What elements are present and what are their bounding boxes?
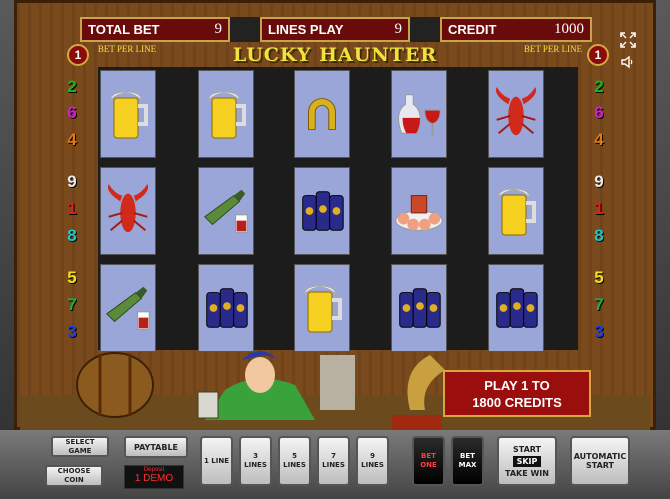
demo-label: 1 DEMO: [134, 473, 174, 484]
bet-one-button[interactable]: BET ONE: [412, 436, 445, 486]
paytable-button[interactable]: PAYTABLE: [124, 436, 188, 458]
bet-max-button[interactable]: BET MAX: [451, 436, 484, 486]
reel-symbol-wine-decanter: [391, 70, 447, 158]
credit-panel: CREDIT 1000: [440, 17, 592, 42]
line-number-left: 9: [67, 172, 77, 191]
start-label: START: [512, 444, 542, 454]
reel-symbol-beer-mug: [198, 70, 254, 158]
line-number-right: 9: [594, 172, 604, 191]
line-number-right: 5: [594, 268, 604, 287]
line-number-left: 2: [67, 77, 77, 96]
line-1-button[interactable]: 1 LINE: [200, 436, 233, 486]
bet-per-line-left-value: 1: [67, 44, 89, 66]
line-number-left: 5: [67, 268, 77, 287]
bet-max-label: BET MAX: [458, 452, 477, 469]
reel-symbol-beer-cans: [391, 264, 447, 352]
reel-symbol-horseshoe: [294, 70, 350, 158]
line-9-button[interactable]: 9 LINES: [356, 436, 389, 486]
promo-line2: 1800 CREDITS: [472, 395, 562, 410]
line-number-left: 8: [67, 226, 77, 245]
speaker-icon[interactable]: [620, 54, 636, 70]
promo-banner: PLAY 1 TO 1800 CREDITS: [443, 370, 591, 417]
reel-symbol-lobster: [100, 167, 156, 255]
bet-per-line-right-label: BET PER LINE: [523, 44, 583, 54]
line-number-left: 7: [67, 295, 77, 314]
choose-coin-button[interactable]: CHOOSE COIN: [45, 465, 103, 487]
demo-credit-display: Deposit 1 DEMO: [124, 465, 184, 489]
reel-symbol-shrimp-plate: [391, 167, 447, 255]
bet-per-line-left-label: BET PER LINE: [97, 44, 157, 54]
line-number-right: 6: [594, 103, 604, 122]
lines-play-label: LINES PLAY: [268, 22, 344, 37]
reel-symbol-beer-mug: [100, 70, 156, 158]
skip-label: SKIP: [512, 455, 542, 467]
credit-label: CREDIT: [448, 22, 497, 37]
total-bet-value: 9: [214, 21, 223, 37]
credit-value: 1000: [554, 21, 584, 37]
line-number-left: 6: [67, 103, 77, 122]
reel-symbol-beer-mug: [294, 264, 350, 352]
line-number-right: 7: [594, 295, 604, 314]
line-number-left: 4: [67, 130, 77, 149]
take-win-label: TAKE WIN: [505, 468, 549, 478]
bet-one-label: BET ONE: [420, 452, 437, 469]
reel-symbol-beer-mug: [488, 167, 544, 255]
reel-symbol-beer-cans: [488, 264, 544, 352]
promo-line1: PLAY 1 TO: [484, 378, 550, 393]
line-number-right: 4: [594, 130, 604, 149]
automatic-start-button[interactable]: AUTOMATIC START: [570, 436, 630, 486]
start-skip-takewin-button[interactable]: START SKIP TAKE WIN: [497, 436, 557, 486]
line-number-left: 3: [67, 322, 77, 341]
fullscreen-icon[interactable]: [620, 32, 636, 48]
game-title: LUCKY HAUNTER: [232, 44, 438, 66]
reel-symbol-lobster: [488, 70, 544, 158]
reel-symbol-bottle-and-glass: [198, 167, 254, 255]
total-bet-label: TOTAL BET: [88, 22, 160, 37]
line-3-button[interactable]: 3 LINES: [239, 436, 272, 486]
reel-symbol-bottle-and-glass: [100, 264, 156, 352]
line-7-button[interactable]: 7 LINES: [317, 436, 350, 486]
total-bet-panel: TOTAL BET 9: [80, 17, 230, 42]
line-5-button[interactable]: 5 LINES: [278, 436, 311, 486]
line-number-right: 1: [594, 199, 604, 218]
line-number-right: 2: [594, 77, 604, 96]
reel-symbol-beer-cans: [198, 264, 254, 352]
line-number-right: 3: [594, 322, 604, 341]
line-number-right: 8: [594, 226, 604, 245]
lines-play-value: 9: [394, 21, 403, 37]
select-game-button[interactable]: SELECT GAME: [51, 436, 109, 457]
lines-play-panel: LINES PLAY 9: [260, 17, 410, 42]
line-number-left: 1: [67, 199, 77, 218]
reel-symbol-beer-cans: [294, 167, 350, 255]
bet-per-line-right-value: 1: [587, 44, 609, 66]
